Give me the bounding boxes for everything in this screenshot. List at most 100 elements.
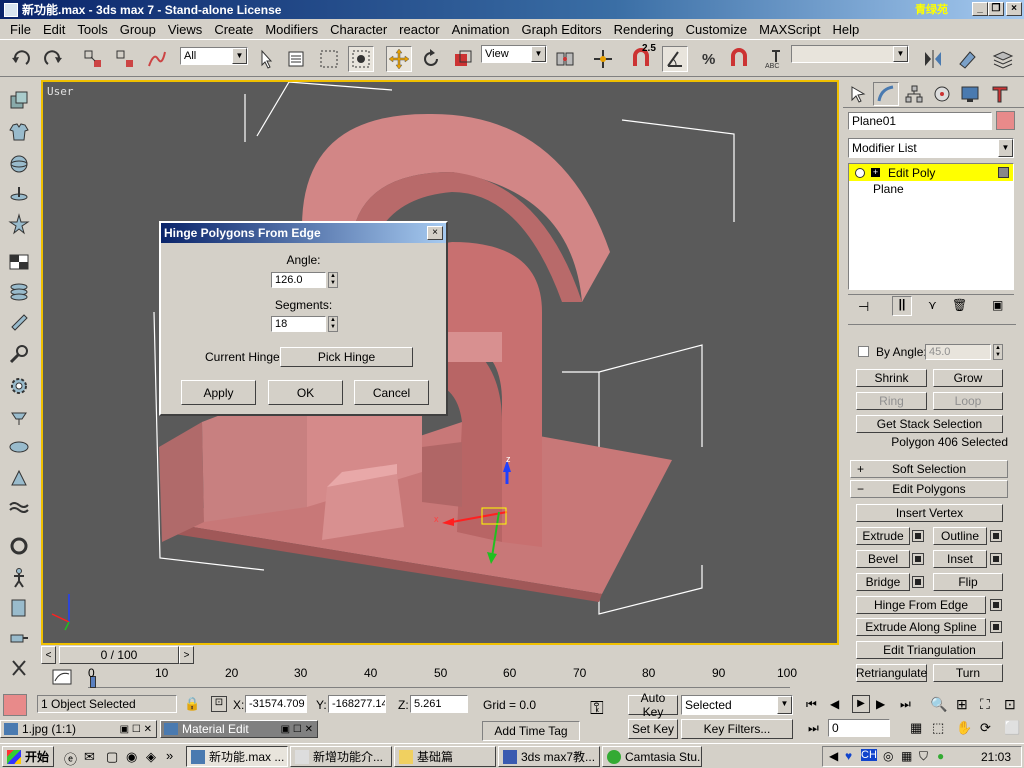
edit-polygons-rollout[interactable]: − Edit Polygons <box>850 480 1008 498</box>
scissors-icon[interactable] <box>7 656 31 680</box>
ok-button[interactable]: OK <box>268 380 343 405</box>
key-icon[interactable]: ⚿ <box>590 698 604 719</box>
ring-button[interactable]: Ring <box>856 392 927 410</box>
volume-icon[interactable]: ◀ <box>829 749 838 763</box>
snaps-toggle-icon[interactable]: 2.5 <box>628 43 656 72</box>
ime-icon[interactable]: CH <box>861 749 877 761</box>
media-icon[interactable]: ◉ <box>126 749 137 765</box>
select-and-link-icon[interactable] <box>80 46 106 72</box>
apply-button[interactable]: Apply <box>181 380 256 405</box>
menu-create[interactable]: Create <box>208 22 259 37</box>
edit-triangulation-button[interactable]: Edit Triangulation <box>856 641 1003 659</box>
mirror-icon[interactable] <box>920 46 946 72</box>
tray-shield-icon[interactable]: ⛉ <box>919 749 928 764</box>
inset-button[interactable]: Inset <box>933 550 987 568</box>
mdi-window-material-editor[interactable]: Material Edit ▣ ☐ ✕ <box>160 720 318 738</box>
outline-settings-icon[interactable] <box>990 530 1002 542</box>
key-mode-dropdown[interactable]: Selected ▼ <box>681 695 793 715</box>
timeline-ruler[interactable]: 0 10 20 30 40 50 60 70 80 90 100 <box>88 666 797 688</box>
shrink-button[interactable]: Shrink <box>856 369 927 387</box>
utilities-tab-icon[interactable] <box>987 82 1013 106</box>
next-key-icon[interactable]: ▶ <box>876 697 885 711</box>
start-button[interactable]: 开始 <box>2 746 54 767</box>
wave-icon[interactable] <box>7 496 31 520</box>
hinge-from-edge-button[interactable]: Hinge From Edge <box>856 596 986 614</box>
make-unique-icon[interactable]: ⋎ <box>928 298 937 312</box>
bind-space-warp-icon[interactable] <box>144 46 170 72</box>
tray-camtasia-icon[interactable]: ● <box>937 749 944 763</box>
outline-button[interactable]: Outline <box>933 527 987 545</box>
motion-tab-icon[interactable] <box>929 82 955 106</box>
bevel-settings-icon[interactable] <box>912 553 924 565</box>
mdi-window-image[interactable]: 1.jpg (1:1) ▣ ☐ ✕ <box>0 720 157 738</box>
task-basics-folder[interactable]: 基础篇 <box>394 746 496 767</box>
dialog-close-button[interactable]: × <box>427 226 443 240</box>
object-name-field[interactable]: Plane01 <box>848 112 992 130</box>
redo-icon[interactable] <box>40 46 66 72</box>
grow-button[interactable]: Grow <box>933 369 1003 387</box>
menu-group[interactable]: Group <box>114 22 162 37</box>
zoom-extents-all-icon[interactable]: ⊡ <box>1004 696 1016 713</box>
curve-editor-icon[interactable] <box>52 668 72 686</box>
time-config-icon[interactable]: ▦ <box>910 720 922 736</box>
lamp-icon[interactable] <box>7 404 31 428</box>
mdi-controls-icon[interactable]: ▣ ☐ ✕ <box>120 722 152 738</box>
configure-modifier-sets-icon[interactable]: ▣ <box>992 298 1003 312</box>
by-angle-checkbox[interactable] <box>858 346 869 357</box>
rectangular-selection-icon[interactable] <box>316 46 342 72</box>
time-slider-thumb[interactable]: 0 / 100 <box>59 646 179 664</box>
plate-icon[interactable] <box>7 182 31 206</box>
select-by-name-icon[interactable] <box>284 46 310 72</box>
zoom-region-icon[interactable]: ⬚ <box>932 720 944 736</box>
current-frame-field[interactable]: 0 <box>828 719 890 737</box>
loop-button[interactable]: Loop <box>933 392 1003 410</box>
select-object-icon[interactable] <box>254 46 280 72</box>
checker-icon[interactable] <box>7 250 31 274</box>
restore-button[interactable]: ❐ <box>988 2 1004 16</box>
menu-graph-editors[interactable]: Graph Editors <box>515 22 607 37</box>
pick-hinge-button[interactable]: Pick Hinge <box>280 347 413 367</box>
menu-file[interactable]: File <box>4 22 37 37</box>
x-coordinate-field[interactable]: -31574.709 <box>245 695 307 713</box>
align-icon[interactable] <box>954 46 980 72</box>
sphere-icon[interactable] <box>7 152 31 176</box>
named-selection-icon[interactable]: ABC <box>762 46 788 72</box>
menu-edit[interactable]: Edit <box>37 22 71 37</box>
pan-icon[interactable]: ✋ <box>956 720 972 736</box>
spinner-snap-icon[interactable] <box>726 46 752 72</box>
lock-selection-icon[interactable]: 🔒 <box>184 696 200 712</box>
cylinder-icon[interactable] <box>7 310 31 334</box>
menu-views[interactable]: Views <box>162 22 208 37</box>
y-coordinate-field[interactable]: -168277.14 <box>328 695 386 713</box>
select-and-rotate-icon[interactable] <box>418 46 444 72</box>
app-quicklaunch-icon[interactable]: ◈ <box>146 749 156 765</box>
extrude-along-spline-button[interactable]: Extrude Along Spline <box>856 618 986 636</box>
menu-reactor[interactable]: reactor <box>393 22 445 37</box>
show-end-result-icon[interactable]: || <box>892 296 912 316</box>
cloud-icon[interactable] <box>7 434 31 458</box>
plug-icon[interactable] <box>7 626 31 650</box>
mdi-controls-icon[interactable]: ▣ ☐ ✕ <box>281 722 313 738</box>
zoom-all-icon[interactable]: ⊞ <box>956 696 968 713</box>
hinge-settings-icon[interactable] <box>990 599 1002 611</box>
shirt-icon[interactable] <box>7 120 31 144</box>
angle-snap-icon[interactable] <box>662 46 688 72</box>
menu-modifiers[interactable]: Modifiers <box>259 22 324 37</box>
stack-item-edit-poly[interactable]: + Edit Poly <box>849 164 1013 181</box>
task-new-features[interactable]: 新增功能介... <box>290 746 392 767</box>
object-color-swatch[interactable] <box>996 111 1015 130</box>
select-and-move-icon[interactable] <box>386 46 412 72</box>
book-icon[interactable] <box>7 596 31 620</box>
goto-start-icon[interactable]: ⏮ <box>806 697 817 712</box>
create-tab-icon[interactable] <box>845 82 871 106</box>
bridge-settings-icon[interactable] <box>912 576 924 588</box>
menu-maxscript[interactable]: MAXScript <box>753 22 826 37</box>
task-max-file[interactable]: 新功能.max ... <box>186 746 288 767</box>
close-button[interactable]: × <box>1006 2 1022 16</box>
extrude-spline-settings-icon[interactable] <box>990 621 1002 633</box>
modify-tab-icon[interactable] <box>873 82 899 106</box>
expand-icon[interactable]: + <box>871 168 880 177</box>
undo-icon[interactable] <box>8 46 34 72</box>
prev-key-icon[interactable]: ◀ <box>830 697 839 711</box>
selection-filter-dropdown[interactable]: All ▼ <box>180 47 248 65</box>
